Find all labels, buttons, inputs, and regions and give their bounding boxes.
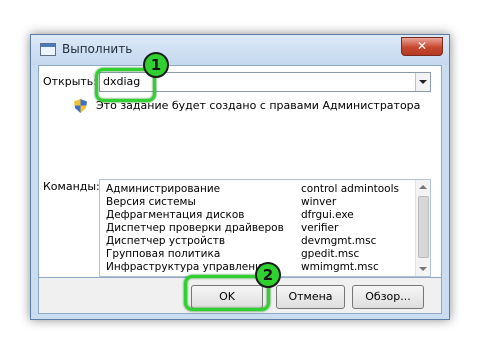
command-name: Диспетчер проверки драйверов [106, 222, 284, 234]
title-bar: Выполнить ✕ [31, 35, 449, 65]
step-badge-2: 2 [255, 262, 281, 288]
command-value: gpedit.msc [301, 248, 360, 260]
scrollbar-thumb[interactable] [418, 196, 429, 258]
run-app-icon [40, 43, 56, 56]
command-value: control admintools [301, 183, 399, 195]
chevron-down-icon[interactable] [415, 73, 430, 91]
commands-label: Команды: [43, 180, 100, 193]
list-item[interactable]: Групповая политика gpedit.msc [106, 248, 412, 261]
command-name: Групповая политика [106, 248, 221, 260]
command-value: winver [301, 196, 337, 208]
command-value: devmgmt.msc [301, 235, 377, 247]
list-item[interactable]: Администрирование control admintools [106, 183, 412, 196]
command-name: Диспетчер устройств [106, 235, 226, 247]
command-value: dfrgui.exe [301, 209, 354, 221]
open-label: Открыть: [43, 75, 97, 88]
list-item[interactable]: Версия системы winver [106, 196, 412, 209]
cancel-button[interactable]: Отмена [276, 285, 345, 309]
command-value: wmimgmt.msc [301, 261, 379, 273]
command-name: Инфраструктура управления [106, 261, 269, 273]
command-name: Дефрагментация дисков [106, 209, 245, 221]
step-badge-1: 1 [143, 52, 169, 78]
command-name: Администрирование [106, 183, 221, 195]
close-button[interactable]: ✕ [401, 37, 443, 56]
browse-button[interactable]: Обзор... [352, 285, 424, 309]
scroll-up-icon[interactable] [416, 180, 430, 194]
command-value: verifier [301, 222, 339, 234]
scroll-down-icon[interactable] [416, 262, 430, 276]
commands-scrollbar[interactable] [415, 180, 430, 276]
window-title: Выполнить [62, 42, 133, 56]
list-item[interactable]: Диспетчер устройств devmgmt.msc [106, 235, 412, 248]
uac-shield-icon [74, 99, 87, 113]
command-name: Версия системы [106, 196, 196, 208]
list-item[interactable]: Дефрагментация дисков dfrgui.exe [106, 209, 412, 222]
list-item[interactable]: Диспетчер проверки драйверов verifier [106, 222, 412, 235]
